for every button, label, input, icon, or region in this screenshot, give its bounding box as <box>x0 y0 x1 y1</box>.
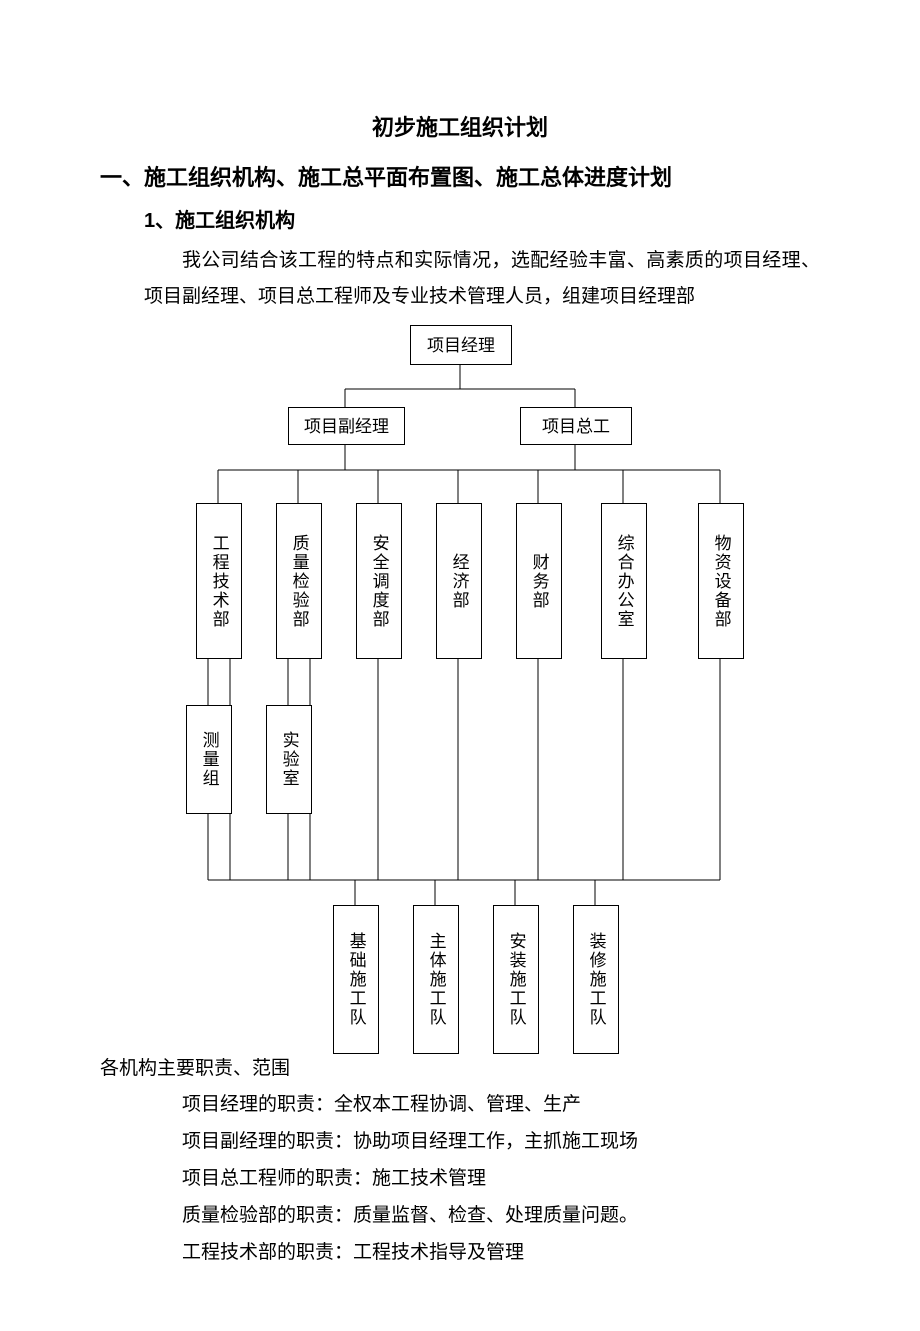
duty-line-0: 项目经理的职责：全权本工程协调、管理、生产 <box>144 1086 820 1123</box>
org-node-dept-3: 经济部 <box>436 503 482 659</box>
org-node-dept-1: 质量检验部 <box>276 503 322 659</box>
org-node-team-2: 安装施工队 <box>493 905 539 1054</box>
org-node-sub-0: 测量组 <box>186 705 232 814</box>
duty-line-3: 质量检验部的职责：质量监督、检查、处理质量问题。 <box>144 1197 820 1234</box>
org-node-dept-6: 物资设备部 <box>698 503 744 659</box>
duty-line-1: 项目副经理的职责：协助项目经理工作，主抓施工现场 <box>144 1123 820 1160</box>
duty-line-2: 项目总工程师的职责：施工技术管理 <box>144 1160 820 1197</box>
org-node-dept-5: 综合办公室 <box>601 503 647 659</box>
org-node-dept-0: 工程技术部 <box>196 503 242 659</box>
org-node-sub-1: 实验室 <box>266 705 312 814</box>
document-title: 初步施工组织计划 <box>100 110 820 142</box>
org-node-dept-2: 安全调度部 <box>356 503 402 659</box>
section-heading-1: 一、施工组织机构、施工总平面布置图、施工总体进度计划 <box>100 160 820 192</box>
org-node-team-1: 主体施工队 <box>413 905 459 1054</box>
duty-line-4: 工程技术部的职责：工程技术指导及管理 <box>144 1234 820 1271</box>
org-node-chief-engineer: 项目总工 <box>520 407 632 445</box>
document-page: 初步施工组织计划 一、施工组织机构、施工总平面布置图、施工总体进度计划 1、施工… <box>0 0 920 1331</box>
org-node-team-3: 装修施工队 <box>573 905 619 1054</box>
paragraph-intro: 我公司结合该工程的特点和实际情况，选配经验丰富、高素质的项目经理、项目副经理、项… <box>144 243 820 315</box>
org-node-team-0: 基础施工队 <box>333 905 379 1054</box>
org-chart: 项目经理 项目副经理 项目总工 工程技术部 质量检验部 安全调度部 经济部 财务… <box>100 325 820 1045</box>
org-node-root: 项目经理 <box>410 325 512 365</box>
org-node-deputy: 项目副经理 <box>288 407 405 445</box>
org-node-dept-4: 财务部 <box>516 503 562 659</box>
duties-heading: 各机构主要职责、范围 <box>100 1053 820 1080</box>
org-chart-connectors <box>100 325 820 1045</box>
section-subheading-1-1: 1、施工组织机构 <box>144 204 820 233</box>
